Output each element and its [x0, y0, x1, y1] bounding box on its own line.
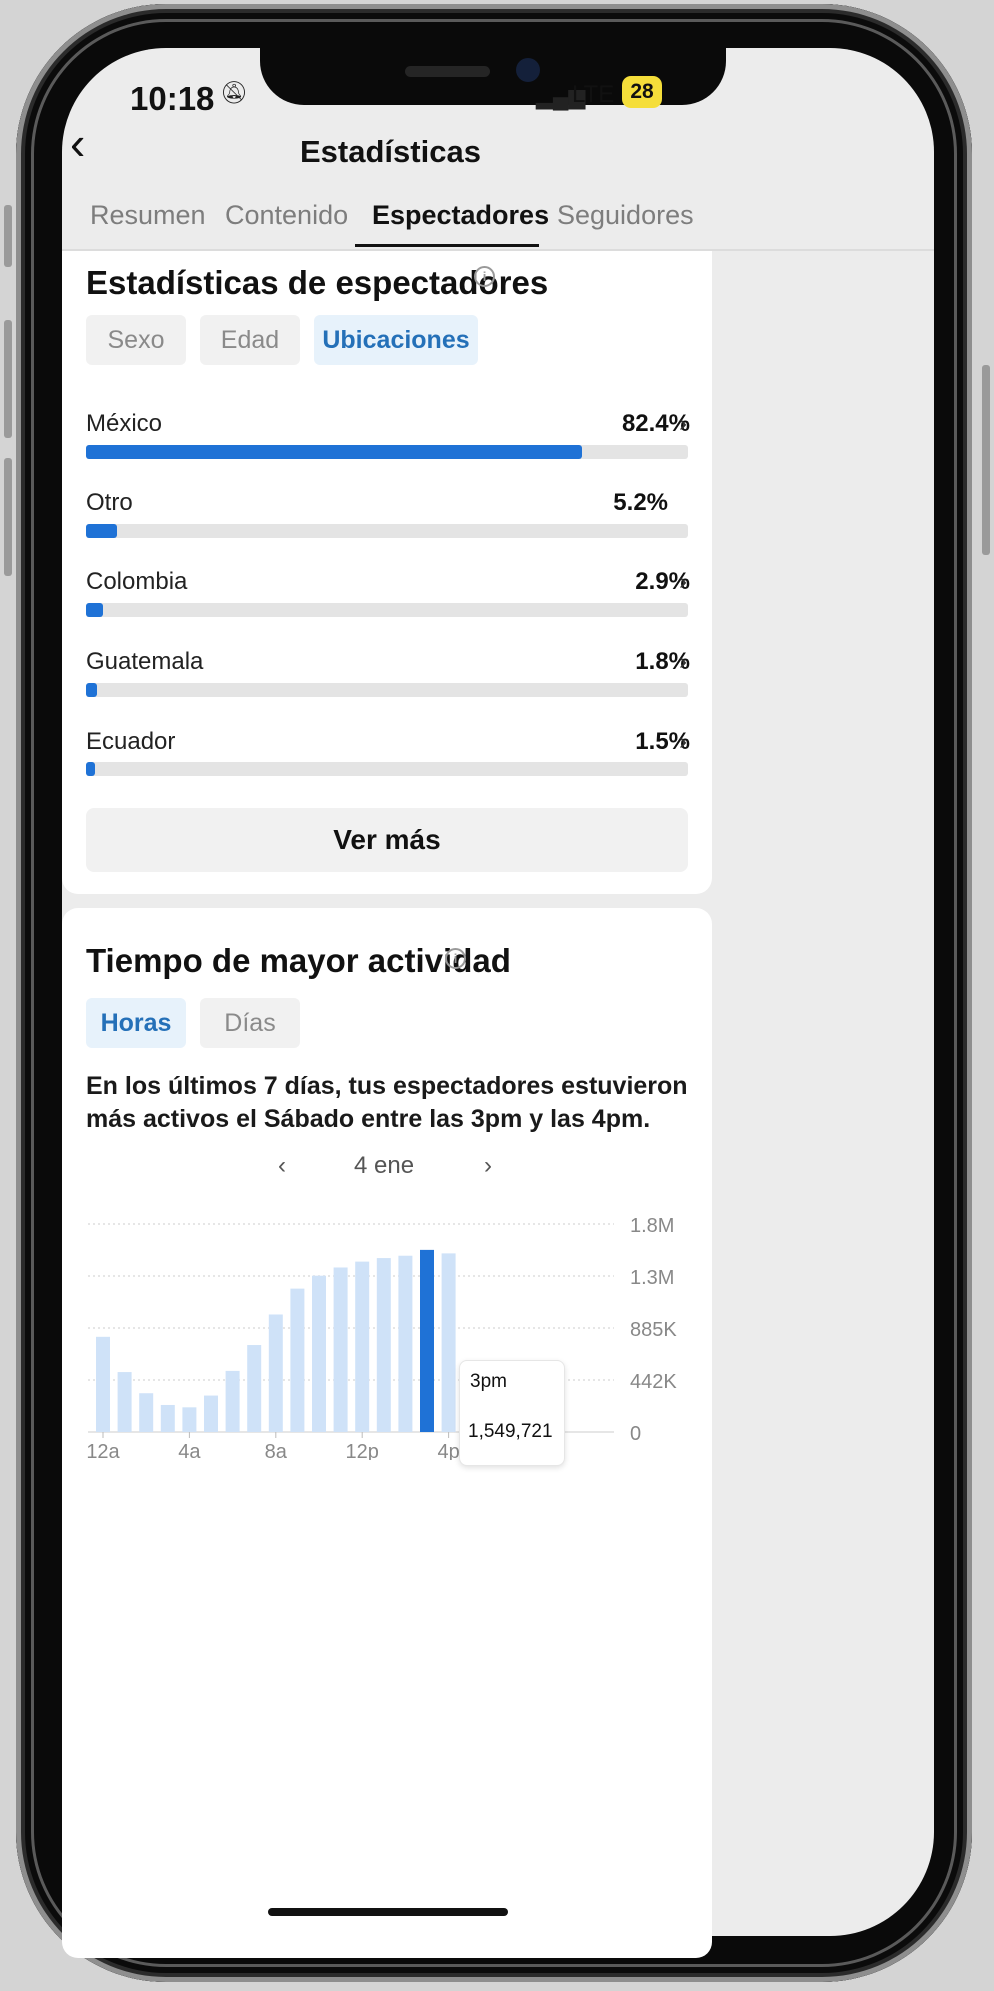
location-name[interactable]: Guatemala: [86, 648, 203, 676]
location-bar-fill: [86, 762, 96, 776]
bar[interactable]: [355, 1261, 370, 1432]
location-name[interactable]: México: [86, 410, 162, 438]
y-tick-label: 1.8M: [630, 1215, 674, 1237]
tooltip-value: 1,549,721: [468, 1421, 553, 1442]
bar[interactable]: [333, 1267, 348, 1432]
x-tick-label: 8a: [265, 1441, 288, 1460]
date-label: 4 ene: [354, 1152, 415, 1179]
bar[interactable]: [268, 1314, 283, 1432]
bar[interactable]: [376, 1258, 391, 1432]
bar-highlighted[interactable]: [420, 1249, 434, 1432]
tab-contenido[interactable]: Contenido: [225, 200, 348, 231]
info-icon[interactable]: i: [474, 266, 495, 287]
bar[interactable]: [290, 1288, 305, 1432]
front-camera: [516, 58, 540, 82]
bar[interactable]: [398, 1255, 413, 1432]
filter-horas[interactable]: Horas: [86, 998, 186, 1048]
network-type: LTE: [572, 81, 615, 108]
silent-switch: [4, 205, 12, 267]
location-bar-track: [86, 603, 688, 617]
info-icon[interactable]: i: [445, 948, 466, 969]
volume-down-button: [4, 458, 12, 576]
filter-dias[interactable]: Días: [200, 998, 300, 1048]
x-tick-label: 12p: [346, 1441, 379, 1460]
bar[interactable]: [160, 1404, 175, 1432]
prev-date-chevron-icon[interactable]: ‹: [278, 1152, 286, 1180]
bar[interactable]: [96, 1336, 110, 1432]
chevron-right-icon[interactable]: ›: [679, 410, 687, 438]
filter-sexo[interactable]: Sexo: [86, 315, 186, 365]
y-tick-label: 1.3M: [630, 1267, 674, 1289]
location-bar-track: [86, 762, 688, 776]
bell-slash-icon: 🔕︎: [220, 80, 248, 105]
activity-bar-chart: 1.8M1.3M885K442K012a4a8a12p4p8p: [86, 1215, 677, 1460]
x-tick-label: 12a: [86, 1441, 120, 1460]
y-tick-label: 442K: [630, 1371, 677, 1393]
location-bar-track: [86, 683, 688, 697]
location-percent: 5.2%: [613, 489, 668, 516]
location-bar-track: [86, 445, 688, 459]
bar[interactable]: [225, 1370, 240, 1432]
y-tick-label: 885K: [630, 1319, 677, 1341]
back-chevron-icon[interactable]: ‹: [70, 120, 85, 166]
bar[interactable]: [312, 1275, 326, 1432]
location-bar-fill: [86, 603, 104, 617]
location-bar-fill: [86, 445, 583, 459]
bar[interactable]: [204, 1395, 218, 1432]
tabs-overflow-fade: [690, 192, 724, 242]
active-tab-indicator: [355, 244, 539, 247]
chevron-right-icon[interactable]: ›: [679, 648, 687, 676]
next-date-chevron-icon[interactable]: ›: [484, 1152, 492, 1180]
volume-up-button: [4, 320, 12, 438]
chevron-right-icon[interactable]: ›: [679, 568, 687, 596]
y-tick-label: 0: [630, 1423, 641, 1445]
bar[interactable]: [182, 1407, 197, 1432]
x-tick-label: 4p: [437, 1441, 459, 1460]
bar[interactable]: [441, 1253, 456, 1432]
home-indicator: [268, 1908, 508, 1916]
location-bar-fill: [86, 683, 97, 697]
chevron-right-icon[interactable]: ›: [679, 728, 687, 756]
location-name[interactable]: Ecuador: [86, 728, 175, 756]
tab-seguidores[interactable]: Seguidores: [557, 200, 694, 231]
power-button: [982, 365, 990, 555]
status-time: 10:18: [130, 80, 215, 117]
x-tick-label: 4a: [178, 1441, 201, 1460]
filter-edad[interactable]: Edad: [200, 315, 300, 365]
tab-espectadores[interactable]: Espectadores: [372, 200, 549, 231]
page-title: Estadísticas: [300, 134, 481, 169]
see-more-button[interactable]: Ver más: [86, 808, 688, 872]
location-name: Otro: [86, 489, 133, 516]
activity-description: En los últimos 7 días, tus espectadores …: [86, 1072, 688, 1133]
speaker-grille: [405, 66, 490, 77]
location-bar-fill: [86, 524, 118, 538]
location-name[interactable]: Colombia: [86, 568, 187, 596]
bar[interactable]: [117, 1372, 132, 1432]
battery-indicator: 28: [622, 76, 662, 108]
tooltip-label: 3pm: [470, 1371, 507, 1392]
bar[interactable]: [247, 1345, 262, 1432]
bar-tooltip: 3pm 1,549,721: [459, 1360, 565, 1466]
filter-ubicaciones[interactable]: Ubicaciones: [314, 315, 478, 365]
bar[interactable]: [139, 1393, 154, 1432]
location-bar-track: [86, 524, 688, 538]
tab-resumen[interactable]: Resumen: [90, 200, 206, 231]
